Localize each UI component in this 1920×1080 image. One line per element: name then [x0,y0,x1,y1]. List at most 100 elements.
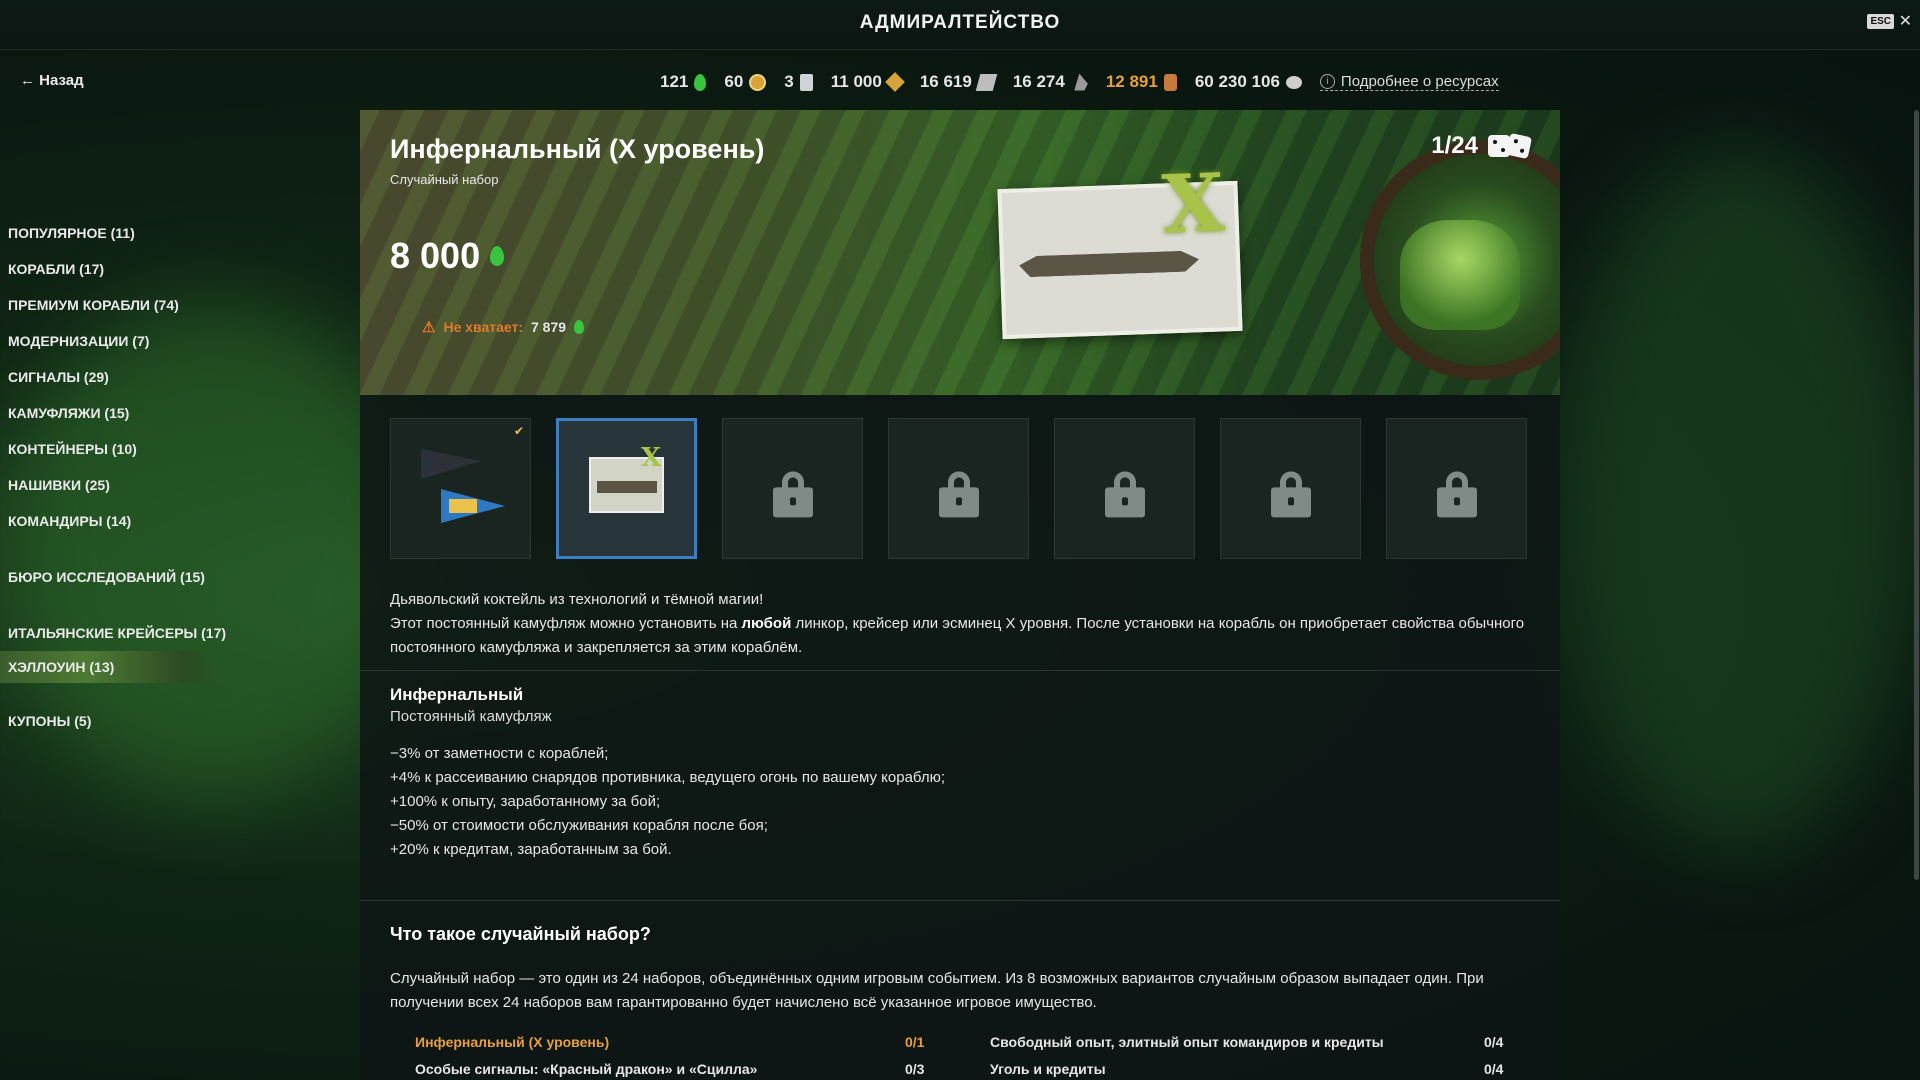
info-icon: i [1319,74,1335,89]
reward-slot-locked[interactable] [888,418,1029,559]
resource-diamonds: 11 000 [830,72,905,92]
sidebar-item-signals[interactable]: СИГНАЛЫ (29) [8,359,218,395]
doubloon-drop-icon [574,320,585,334]
bonus-list: −3% от заметности с кораблей; +4% к расс… [390,742,945,862]
checkmark-icon: ✔ [513,424,524,438]
camouflage-icon: X [589,443,664,513]
resource-containers: 3 [784,72,813,92]
lock-icon [1436,470,1477,517]
progress-label: Особые сигналы: «Красный дракон» и «Сцил… [415,1061,758,1077]
camouflage-card-art: X [997,155,1243,340]
skull-art [1400,220,1520,330]
doubloon-drop-icon [490,246,505,266]
shortage-label: Не хватает: [443,319,523,335]
bundle-subtitle: Случайный набор [390,172,499,187]
category-sidebar: ПОПУЛЯРНОЕ (11) КОРАБЛИ (17) ПРЕМИУМ КОР… [0,215,226,739]
resources-bar: 121 60 3 11 000 16 619 16 274 12 891 60 … [660,72,1499,92]
page-title: АДМИРАЛТЕЙСТВО [859,12,1061,33]
container-icon [799,73,813,91]
bonus-item: +4% к рассеиванию снарядов противника, в… [390,769,946,786]
resource-oil: 12 891 [1106,72,1177,92]
resource-value: 121 [660,72,689,91]
divider [360,900,1560,901]
sidebar-item-halloween[interactable]: ХЭЛЛОУИН (13) [0,651,215,683]
reward-slot-locked[interactable] [1220,418,1361,559]
lock-icon [772,470,813,517]
reward-slot-camouflage[interactable]: X [556,418,697,559]
bundle-banner: X Инфернальный (X уровень) Случайный наб… [360,110,1560,395]
resource-value: 16 619 [919,72,972,91]
reward-slot-locked[interactable] [722,418,863,559]
lock-icon [938,470,979,517]
background-glow [1560,150,1920,850]
tier-mark: X [1160,155,1226,252]
resource-coins: 60 [724,72,767,92]
progress-label: Свободный опыт, элитный опыт командиров … [990,1034,1384,1050]
coin-icon [749,73,767,91]
doubloon-drop-icon [694,73,707,91]
progress-value: 0/4 [1484,1034,1504,1050]
shortage-notice: ⚠ Не хватает: 7 879 [422,318,585,336]
top-bar: АДМИРАЛТЕЙСТВО ESC ✕ [0,0,1920,50]
resources-info-link[interactable]: i Подробнее о ресурсах [1319,73,1499,91]
item-title: Инфернальный [390,685,524,704]
sidebar-item-camouflages[interactable]: КАМУФЛЯЖИ (15) [8,395,218,431]
resource-value: 16 274 [1012,72,1065,91]
resource-credits: 60 230 106 [1195,72,1302,92]
description-line: Этот постоянный камуфляж можно установит… [390,615,1525,656]
bonus-item: −3% от заметности с кораблей; [390,745,609,762]
progress-label: Инфернальный (X уровень) [415,1034,610,1050]
progress-value: 0/1 [905,1034,925,1050]
lock-icon [1270,470,1311,517]
random-bundle-title: Что такое случайный набор? [390,924,651,944]
diamond-icon [884,72,905,92]
counter-value: 1/24 [1431,132,1478,159]
esc-button[interactable]: ESC [1867,14,1894,29]
resource-value: 11 000 [830,72,882,91]
close-icon[interactable]: ✕ [1899,11,1912,31]
warning-icon: ⚠ [422,319,436,336]
sidebar-item-italian-cruisers[interactable]: ИТАЛЬЯНСКИЕ КРЕЙСЕРЫ (17) [8,615,226,651]
shortage-value: 7 879 [531,319,567,335]
resource-value: 3 [784,72,794,91]
divider [360,670,1560,671]
lock-icon [1104,470,1145,517]
flag-icon [421,444,505,534]
steel-icon [975,73,998,91]
sidebar-item-ships[interactable]: КОРАБЛИ (17) [8,251,218,287]
sidebar-item-upgrades[interactable]: МОДЕРНИЗАЦИИ (7) [8,323,218,359]
bundle-title: Инфернальный (X уровень) [390,134,765,164]
back-button[interactable]: ← Назад [20,72,84,89]
resource-value: 60 [724,72,744,91]
sidebar-item-premium-ships[interactable]: ПРЕМИУМ КОРАБЛИ (74) [8,287,218,323]
resource-steel: 16 619 [919,72,998,92]
sidebar-item-commanders[interactable]: КОМАНДИРЫ (14) [8,503,218,539]
bonus-item: −50% от стоимости обслуживания корабля п… [390,817,768,834]
coal-icon [1074,73,1088,91]
barrel-icon [1163,73,1177,91]
tier-mark: X [641,443,662,473]
progress-value: 0/4 [1484,1061,1504,1077]
bonus-item: +20% к кредитам, заработанным за бой. [390,841,672,858]
back-label: Назад [39,72,84,89]
sidebar-item-research-bureau[interactable]: БЮРО ИССЛЕДОВАНИЙ (15) [8,559,218,595]
random-bundle-text: Случайный набор — это один из 24 наборов… [390,970,1484,1011]
arrow-left-icon: ← [20,72,40,89]
credits-icon [1285,75,1302,89]
resource-value: 12 891 [1105,72,1158,91]
scrollbar[interactable] [1914,110,1919,880]
sidebar-item-coupons[interactable]: КУПОНЫ (5) [8,703,218,739]
bundle-description: Дьявольский коктейль из технологий и тём… [390,588,1530,660]
item-type: Постоянный камуфляж [390,708,552,725]
sidebar-item-popular[interactable]: ПОПУЛЯРНОЕ (11) [8,215,218,251]
sidebar-item-containers[interactable]: КОНТЕЙНЕРЫ (10) [8,431,218,467]
reward-slot-flag[interactable]: ✔ [390,418,531,559]
sidebar-item-patches[interactable]: НАШИВКИ (25) [8,467,218,503]
resource-value: 60 230 106 [1194,72,1280,91]
reward-slot-locked[interactable] [1054,418,1195,559]
bundle-price: 8 000 [390,235,505,277]
resource-doubloons: 121 [660,72,707,92]
reward-slot-locked[interactable] [1386,418,1527,559]
bonus-item: +100% к опыту, заработанному за бой; [390,793,661,810]
progress-value: 0/3 [905,1061,925,1077]
